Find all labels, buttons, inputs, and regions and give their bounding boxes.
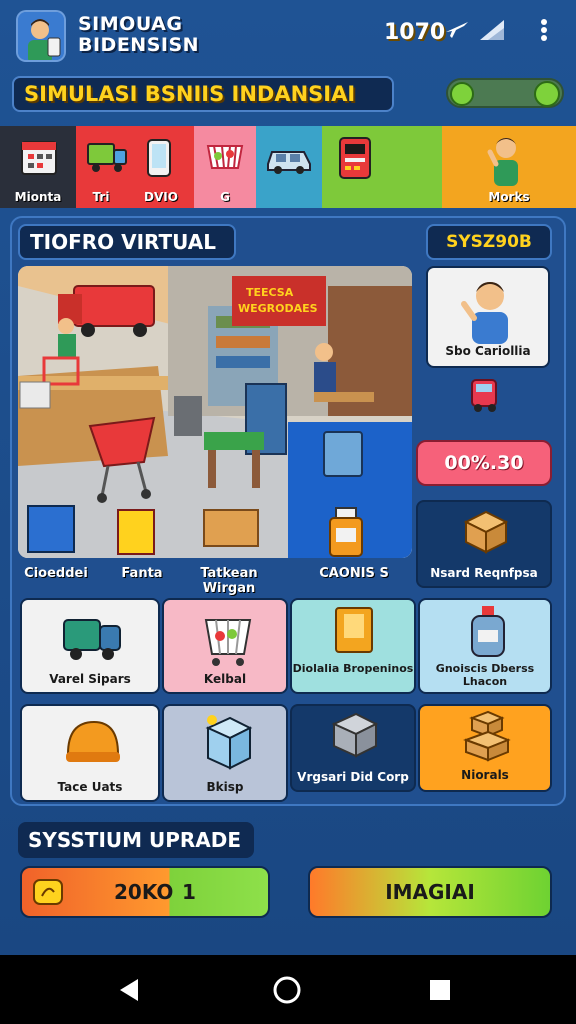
category-value: 1070 — [384, 20, 446, 45]
box-icon — [205, 715, 253, 770]
upgrade-action-button[interactable]: IMAGIAI — [308, 866, 552, 918]
upgrade-progress-bar[interactable]: 20KO 1 — [20, 866, 270, 918]
category-label-tri: Tri — [92, 190, 110, 204]
airplane-icon[interactable] — [442, 14, 472, 44]
category-label-g: G — [220, 190, 230, 204]
helmet-icon — [66, 720, 120, 762]
mode-toggle[interactable] — [446, 78, 564, 108]
category-calendar[interactable]: Mionta — [0, 126, 76, 208]
recents-icon[interactable] — [428, 978, 452, 1002]
logo — [16, 10, 66, 62]
category-truck[interactable]: Tri DVIO — [76, 126, 194, 208]
building-icon[interactable] — [478, 14, 508, 44]
header: SIMOUAG BIDENSISN — [0, 0, 576, 78]
atm-icon — [339, 137, 371, 179]
upgrade-progress-value: 20KO — [114, 880, 174, 904]
category-atm[interactable] — [322, 126, 442, 208]
toggle-right-knob-icon — [534, 81, 560, 107]
folder-icon — [335, 607, 373, 653]
app-title-line1: SIMOUAG — [78, 13, 183, 35]
profile-label: Sbo Cariollia — [445, 344, 531, 358]
grid-label-vrgsari: Vrgsari Did Corp — [297, 770, 409, 784]
grid-label-gnoiscis: Gnoiscis Dberss Lhacon — [435, 662, 535, 688]
grid-label-niorals: Niorals — [461, 768, 509, 782]
scene-label-fanta: Fanta — [121, 566, 163, 581]
category-label-morks: Morks — [488, 190, 530, 204]
basket-icon — [206, 145, 244, 169]
shopkeeper-icon — [461, 282, 508, 344]
app-title: SIMOUAG BIDENSISN — [78, 14, 199, 56]
percent-badge[interactable]: 00%.30 — [416, 440, 552, 486]
grid-card-bkisp[interactable]: Bkisp — [162, 704, 288, 802]
grid-card-diolalia[interactable]: Diolalia Bropeninos — [290, 598, 416, 694]
category-label-mionta: Mionta — [14, 190, 62, 204]
grid-card-varel[interactable]: Varel Sipars — [20, 598, 160, 694]
van-icon — [63, 619, 121, 660]
grid-card-vrgsari[interactable]: Vrgsari Did Corp — [290, 704, 416, 792]
parcel-icon — [463, 510, 509, 554]
svg-text:TEECSA: TEECSA — [246, 286, 294, 299]
category-strip: Mionta Tri DVIO G Morks — [0, 126, 576, 208]
menu-dots-icon[interactable] — [534, 14, 554, 44]
grid-label-tace: Tace Uats — [57, 780, 123, 794]
side-label-caonis: CAONIS S — [319, 566, 389, 581]
cart-icon — [204, 619, 252, 666]
card-nsard[interactable]: Nsard Reqnfpsa — [416, 500, 552, 588]
car-icon — [267, 151, 311, 174]
boxes-icon — [463, 710, 511, 762]
grid-card-kelbal[interactable]: Kelbal — [162, 598, 288, 694]
canister-icon — [329, 507, 363, 557]
grid-label-diolalia: Diolalia Bropeninos — [292, 662, 414, 675]
small-truck-icon — [471, 379, 497, 412]
truck-icon — [87, 143, 127, 172]
coin-icon — [33, 879, 63, 905]
toggle-left-knob-icon — [450, 82, 474, 106]
side-label-nsard: Nsard Reqnfpsa — [430, 566, 538, 580]
bottle-icon — [471, 606, 505, 657]
category-person[interactable]: Morks — [442, 126, 576, 208]
system-nav-bar — [0, 955, 576, 1024]
scene-label-cioeddei: Cioeddei — [24, 566, 88, 581]
grid-label-bkisp: Bkisp — [206, 780, 244, 794]
section-title: TIOFRO VIRTUAL — [18, 224, 236, 260]
calendar-icon — [21, 141, 57, 175]
category-car[interactable] — [256, 126, 322, 208]
upgrade-title: SYSSTIUM UPRADE — [18, 822, 254, 858]
person-icon — [487, 138, 518, 186]
category-label-dvio: DVIO — [144, 190, 178, 204]
grid-card-gnoiscis[interactable]: Gnoiscis Dberss Lhacon — [418, 598, 552, 694]
svg-text:WEGRODAES: WEGRODAES — [238, 302, 318, 315]
upgrade-progress-level: 1 — [182, 880, 196, 904]
grid-card-niorals[interactable]: Niorals — [418, 704, 552, 792]
home-icon[interactable] — [272, 975, 302, 1005]
grid-label-varel: Varel Sipars — [49, 672, 131, 686]
app-title-line2: BIDENSISN — [78, 34, 200, 56]
app-screen: SIMOUAG BIDENSISN SIMULASI BSNIIS INDANS… — [0, 0, 576, 955]
scene-label-tatkean: Tatkean Wirgan — [200, 566, 258, 596]
profile-card[interactable]: Sbo Cariollia — [426, 266, 550, 368]
banner-title: SIMULASI BSNIIS INDANSIAI — [12, 76, 394, 112]
score-badge: SYSZ90B — [426, 224, 552, 260]
grid-label-kelbal: Kelbal — [203, 672, 247, 686]
grid-card-tace[interactable]: Tace Uats — [20, 704, 160, 802]
category-basket[interactable]: G — [194, 126, 256, 208]
crate-icon — [331, 712, 379, 758]
back-icon[interactable] — [116, 977, 142, 1003]
phone-icon — [147, 139, 171, 177]
